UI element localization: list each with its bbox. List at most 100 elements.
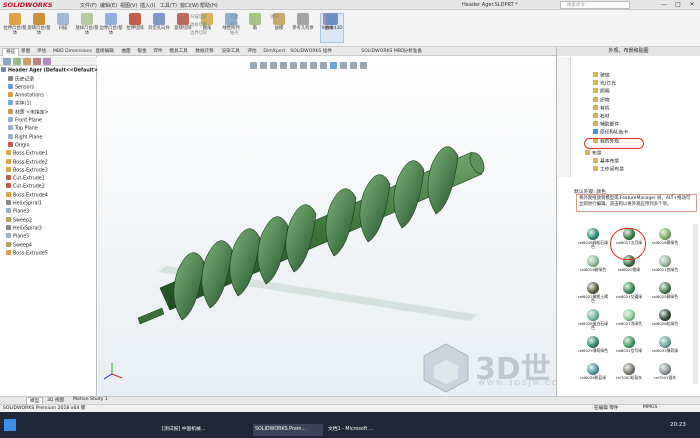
bottom-tab-2[interactable]: Motion Study 1 (70, 397, 111, 402)
feature-tree-item[interactable]: 实体(1) (8, 100, 31, 108)
feature-tree-item[interactable]: Sweep2 (6, 216, 32, 225)
feature-tree-item[interactable]: 历史记录 (8, 75, 34, 84)
appearance-folder-4[interactable]: 有机 (593, 104, 610, 113)
tab-2[interactable]: 评估 (34, 48, 49, 56)
tab-11[interactable]: 评估 (244, 48, 259, 56)
start-icon[interactable] (4, 419, 16, 431)
taskbar-app-2[interactable]: 文档1 - Microsoft ... (326, 424, 396, 436)
ribbon-small-item-4[interactable]: 相交 (230, 22, 239, 28)
display-style-icon[interactable] (310, 62, 317, 69)
task-pane-scrollbar[interactable] (693, 224, 698, 384)
feature-tree-item[interactable]: Top Plane (8, 125, 38, 133)
tab-10[interactable]: 渲染工具 (218, 48, 242, 56)
dynamic-annotation-icon[interactable] (290, 62, 297, 69)
tab-13[interactable]: SOLIDWORKS 插件 (287, 48, 335, 56)
appearance-swatch[interactable] (659, 282, 671, 294)
ribbon-button-extrude[interactable]: 拉伸凸台/基体 (3, 13, 27, 36)
feature-tree-item[interactable]: Boss-Extrude2 (6, 158, 48, 167)
hide-show-icon[interactable] (320, 62, 327, 69)
ribbon-small-item-3[interactable]: 包覆 (230, 14, 239, 20)
feature-tree-item[interactable]: Annotations (8, 92, 44, 100)
appearance-swatch[interactable] (659, 363, 671, 375)
menu-item-1[interactable]: 编辑(E) (100, 2, 117, 9)
tab-7[interactable]: 焊件 (150, 48, 165, 56)
appearance-folder-11[interactable]: 工作间布景 (593, 166, 624, 174)
ribbon-small-item-6[interactable]: 镜向 (270, 14, 279, 20)
zoom-area-icon[interactable] (260, 62, 267, 69)
feature-tree-item[interactable]: Origin (8, 141, 30, 150)
zoom-to-fit-icon[interactable] (250, 62, 257, 69)
configuration-manager-icon[interactable] (23, 58, 31, 65)
ribbon-button-cut-extrude[interactable]: 拉伸切除 (123, 13, 147, 35)
tab-6[interactable]: 钣金 (134, 48, 149, 56)
tab-9[interactable]: 数据迁移 (192, 48, 216, 56)
menu-item-2[interactable]: 视图(V) (120, 2, 137, 9)
feature-manager-icon[interactable] (3, 58, 11, 65)
appearance-swatch[interactable] (659, 255, 671, 267)
tab-8[interactable]: 模具工具 (166, 48, 190, 56)
bottom-tab-1[interactable]: 3D 视图 (44, 397, 67, 403)
feature-tree-item[interactable]: Plane3 (6, 208, 29, 216)
appearance-swatch[interactable] (587, 255, 599, 267)
appearance-swatch[interactable] (659, 228, 671, 240)
solidworks-logo[interactable]: SOLIDWORKS (3, 1, 53, 9)
feature-tree-item[interactable]: Cut-Extrude2 (6, 183, 45, 191)
feature-tree-item[interactable]: Boss-Extrude1 (6, 150, 48, 158)
menu-item-5[interactable]: 窗口(W) (180, 2, 199, 9)
ribbon-button-instant3d[interactable]: Instant3D (320, 13, 344, 35)
appearance-folder-1[interactable]: 光/灯光 (593, 80, 616, 88)
feature-tree-item[interactable]: Boss-Extrude5 (6, 249, 48, 258)
edit-appearance-icon[interactable] (330, 62, 337, 69)
appearance-folder-7[interactable]: 原印RAL色卡 (593, 129, 628, 137)
view-orientation-icon[interactable] (300, 62, 307, 69)
appearance-swatch[interactable] (623, 363, 635, 375)
tab-12[interactable]: DimXpert (260, 48, 288, 56)
feature-tree-item[interactable]: Boss-Extrude3 (6, 166, 48, 175)
close-button[interactable]: ✕ (686, 1, 698, 9)
ribbon-small-item-0[interactable]: 扫描切除 (190, 14, 207, 20)
ribbon-button-loft[interactable]: 放样凸台/基体 (75, 13, 99, 36)
feature-tree-item[interactable]: Right Plane (8, 133, 42, 142)
feature-tree-item[interactable]: Front Plane (8, 117, 42, 125)
view-settings-icon[interactable] (350, 62, 357, 69)
feature-tree-item[interactable]: Sensors (8, 83, 34, 92)
appearance-folder-2[interactable]: 照明 (593, 88, 610, 96)
menu-item-3[interactable]: 插入(I) (140, 2, 155, 9)
appearance-swatch[interactable] (587, 309, 599, 321)
display-manager-icon[interactable] (43, 58, 51, 65)
taskbar-app-0[interactable]: [测试报] 中国机械... (160, 424, 230, 436)
search-input[interactable]: 搜索命令 (560, 1, 630, 9)
appearance-folder-6[interactable]: 辅助部件 (593, 121, 619, 129)
feature-tree-item[interactable]: Sweep4 (6, 241, 32, 250)
feature-tree-item[interactable]: Plane5 (6, 233, 29, 241)
appearance-folder-0[interactable]: 玻璃 (593, 72, 610, 80)
minimize-button[interactable]: — (658, 1, 670, 9)
appearance-folder-10[interactable]: 基本布景 (593, 158, 619, 166)
section-view-icon[interactable] (280, 62, 287, 69)
menu-item-4[interactable]: 工具(T) (160, 2, 177, 9)
previous-view-icon[interactable] (270, 62, 277, 69)
feature-tree-item[interactable]: HelixSpiral1 (6, 200, 42, 208)
menu-item-0[interactable]: 文件(F) (80, 2, 97, 9)
dimxpert-manager-icon[interactable] (33, 58, 41, 65)
ribbon-button-rib[interactable]: 筋 (243, 13, 267, 35)
property-manager-icon[interactable] (13, 58, 21, 65)
ribbon-small-item-1[interactable]: 放样切割 (190, 22, 207, 28)
graphics-area[interactable]: 3D世界网 WWW.3DSJW.COM (98, 56, 565, 431)
appearance-swatch[interactable] (659, 336, 671, 348)
feature-tree-item[interactable]: Cut-Extrude1 (6, 175, 45, 183)
ribbon-button-reference-geometry[interactable]: 参考几何体 (291, 13, 315, 35)
appearance-swatch[interactable] (623, 336, 635, 348)
feature-tree-item[interactable]: Boss-Extrude4 (6, 191, 48, 200)
appearance-swatch[interactable] (623, 282, 635, 294)
menu-item-6[interactable]: 帮助(H) (200, 2, 218, 9)
tab-4[interactable]: 直接编辑 (92, 48, 116, 56)
appearance-swatch[interactable] (587, 336, 599, 348)
taskbar-app-1[interactable]: SOLIDWORKS Prem... (253, 424, 323, 436)
ribbon-button-revolve[interactable]: 旋转凸台/基体 (27, 13, 51, 36)
ribbon-small-item-2[interactable]: 边界切除 (190, 30, 207, 36)
tab-3[interactable]: MBD Dimensions (50, 48, 95, 56)
feature-tree-item[interactable]: 材质 <未指定> (8, 108, 49, 117)
appearance-folder-9[interactable]: 布景 (585, 150, 602, 158)
tab-1[interactable]: 草图 (18, 48, 33, 56)
